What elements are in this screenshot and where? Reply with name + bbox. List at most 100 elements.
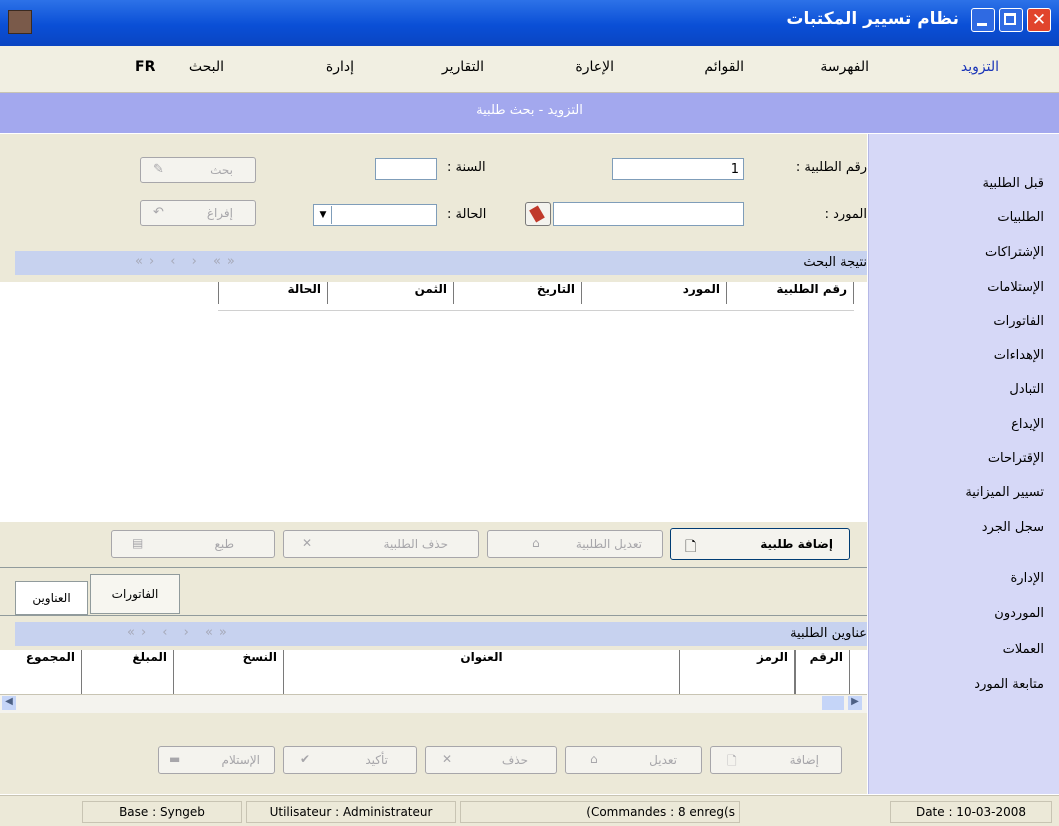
sidebar-item-exchange[interactable]: التبادل: [1009, 382, 1044, 397]
chevron-down-icon: ▼: [315, 206, 332, 224]
titles-section-title: عناوين الطلبية: [790, 626, 867, 641]
sidebar-item-subscriptions[interactable]: الإشتراكات: [985, 245, 1044, 260]
maximize-button[interactable]: [999, 8, 1023, 32]
folder-open-icon: ⌂: [590, 752, 598, 766]
sidebar-item-supplier-tracking[interactable]: متابعة المورد: [974, 677, 1044, 692]
titles-strip: عناوين الطلبية «› ‹ › «»: [15, 622, 867, 646]
menu-item-reports[interactable]: التقارير: [442, 59, 484, 75]
clear-button[interactable]: ↶ إفراغ: [140, 200, 256, 226]
receive-icon: ▬: [169, 752, 181, 766]
menu-item-administration[interactable]: إدارة: [326, 59, 354, 75]
delete-order-button[interactable]: ✕ حذف الطلبية: [283, 530, 479, 558]
pencil-icon: [529, 205, 545, 223]
new-document-icon: 🗋: [685, 539, 697, 555]
status-date: Date : 10-03-2008: [890, 801, 1052, 823]
page-title: التزويد - بحث طلبية: [476, 103, 583, 118]
col-status: الحالة: [218, 282, 328, 304]
supplier-field[interactable]: [553, 202, 744, 226]
results-table: رقم الطلبية المورد التاريخ الثمن الحالة: [0, 282, 867, 522]
minimize-button[interactable]: [971, 8, 995, 32]
menu-item-acquisition[interactable]: التزويد: [961, 59, 999, 75]
sidebar-item-inventory[interactable]: سجل الجرد: [982, 520, 1044, 535]
supplier-picker-button[interactable]: [525, 202, 551, 226]
titles-nav-arrows[interactable]: «› ‹ › «»: [127, 625, 233, 640]
menu-item-lists[interactable]: القوائم: [704, 59, 744, 75]
year-field[interactable]: [375, 158, 437, 180]
sidebar-item-orders[interactable]: الطلبيات: [997, 210, 1044, 225]
order-number-field[interactable]: [612, 158, 744, 180]
receive-button[interactable]: ▬ الإستلام: [158, 746, 275, 774]
delete-title-label: حذف: [501, 753, 528, 767]
delete-order-label: حذف الطلبية: [383, 537, 448, 551]
tab-invoices[interactable]: الفاتورات: [90, 574, 180, 614]
page-header: التزويد - بحث طلبية: [0, 93, 1059, 133]
add-order-button[interactable]: 🗋 إضافة طلبية: [670, 528, 850, 560]
check-icon: ✔: [300, 752, 311, 766]
results-title: نتيجة البحث: [803, 255, 867, 270]
sidebar-item-budget[interactable]: تسيير الميزانية: [965, 485, 1044, 500]
sidebar-item-currencies[interactable]: العملات: [1003, 642, 1044, 657]
col-title: العنوان: [284, 650, 680, 694]
order-number-label: رقم الطلبية :: [795, 160, 867, 175]
edit-title-button[interactable]: ⌂ تعديل: [565, 746, 702, 774]
horizontal-scrollbar[interactable]: ◀ ▶: [0, 694, 867, 713]
tab-titles[interactable]: العناوين: [15, 581, 88, 615]
col-supplier: المورد: [582, 282, 727, 304]
menu-item-search[interactable]: البحث: [189, 59, 224, 75]
results-strip: نتيجة البحث «› ‹ › «»: [15, 251, 867, 275]
col-copies: النسخ: [174, 650, 284, 694]
search-button[interactable]: ✎ بحث: [140, 157, 256, 183]
sidebar-item-suggestions[interactable]: الإقتراحات: [988, 451, 1044, 466]
status-select[interactable]: ▼: [313, 204, 437, 226]
delete-icon: ✕: [302, 536, 313, 550]
edit-title-label: تعديل: [649, 753, 677, 767]
col-order-number: رقم الطلبية: [727, 282, 854, 304]
delete-title-button[interactable]: ✕ حذف: [425, 746, 557, 774]
printer-icon: ▤: [132, 536, 144, 550]
col-date: التاريخ: [454, 282, 582, 304]
col-number: الرقم: [795, 650, 850, 694]
sidebar-item-administration[interactable]: الإدارة: [1010, 571, 1044, 586]
menu-item-cataloging[interactable]: الفهرسة: [820, 59, 869, 75]
window-title: نظام تسيير المكتبات: [786, 9, 959, 29]
status-base: Base : Syngeb: [82, 801, 242, 823]
scroll-thumb[interactable]: [822, 696, 844, 710]
status-label: الحالة :: [447, 207, 487, 222]
minimize-icon: [977, 23, 987, 26]
sidebar-item-invoices[interactable]: الفاتورات: [993, 314, 1044, 329]
status-records: (Commandes : 8 enreg(s: [460, 801, 740, 823]
confirm-button[interactable]: ✔ تأكيد: [283, 746, 417, 774]
print-button[interactable]: ▤ طبع: [111, 530, 275, 558]
col-code: الرمز: [680, 650, 795, 694]
status-bar: Base : Syngeb Utilisateur : Administrate…: [0, 795, 1059, 826]
main-panel: رقم الطلبية : السنة : المورد : الحالة : …: [0, 134, 867, 794]
sidebar: قبل الطلبية الطلبيات الإشتراكات الإستلام…: [868, 134, 1059, 794]
results-nav-arrows[interactable]: «› ‹ › «»: [135, 254, 241, 269]
sidebar-item-receipts[interactable]: الإستلامات: [987, 280, 1044, 295]
sidebar-item-deposit[interactable]: الإيداع: [1011, 417, 1044, 432]
print-label: طبع: [214, 537, 234, 551]
scroll-left-icon[interactable]: ◀: [2, 696, 16, 710]
sidebar-item-donations[interactable]: الإهداءات: [994, 348, 1044, 363]
search-button-label: بحث: [210, 163, 233, 177]
app-icon: [8, 10, 32, 34]
new-document-icon: 🗋: [727, 754, 737, 768]
sidebar-item-pre-order[interactable]: قبل الطلبية: [983, 176, 1044, 191]
add-title-label: إضافة: [789, 753, 819, 767]
clear-button-label: إفراغ: [206, 206, 233, 220]
delete-icon: ✕: [442, 752, 453, 766]
close-icon: ✕: [1031, 10, 1047, 30]
scroll-right-icon[interactable]: ▶: [848, 696, 862, 710]
close-button[interactable]: ✕: [1027, 8, 1051, 32]
year-label: السنة :: [447, 160, 486, 175]
edit-order-button[interactable]: تعديل الطلبية ⌂: [487, 530, 663, 558]
menu-item-fr[interactable]: FR: [135, 59, 155, 75]
receive-label: الإستلام: [221, 753, 260, 767]
sidebar-item-suppliers[interactable]: الموردون: [994, 606, 1044, 621]
add-title-button[interactable]: 🗋 إضافة: [710, 746, 842, 774]
menu-item-lending[interactable]: الإعارة: [575, 59, 614, 75]
menu-bar: التزويد الفهرسة القوائم الإعارة التقارير…: [0, 46, 1059, 93]
confirm-label: تأكيد: [365, 753, 388, 767]
title-bar: نظام تسيير المكتبات ✕: [0, 0, 1059, 46]
maximize-icon: [1004, 13, 1016, 25]
